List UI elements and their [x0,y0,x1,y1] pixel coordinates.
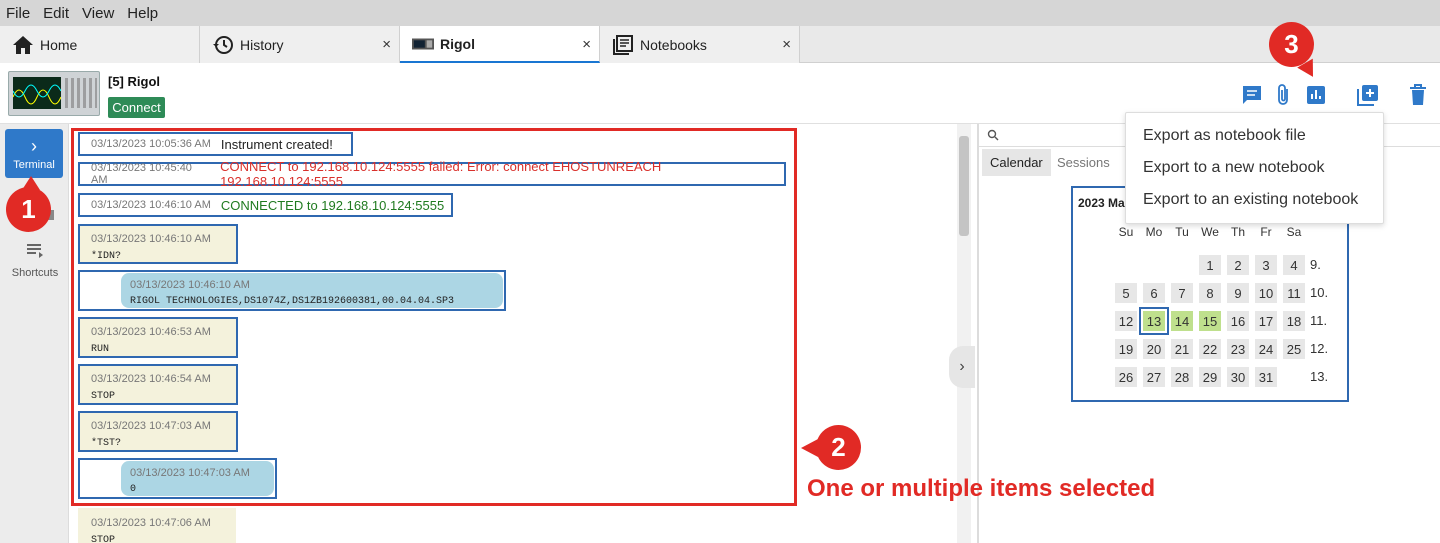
tab-calendar[interactable]: Calendar [982,149,1051,176]
tab-notebooks-label: Notebooks [640,36,707,53]
calendar-day[interactable]: 2 [1227,255,1249,275]
calendar-day[interactable]: 5 [1115,283,1137,303]
calendar-day[interactable]: 13 [1139,307,1169,335]
calendar-day[interactable]: 18 [1283,311,1305,331]
calendar-week-number: 10. [1310,285,1329,300]
export-existing-notebook-option[interactable]: Export to an existing notebook [1143,191,1358,209]
scrollbar-thumb[interactable] [959,136,969,236]
calendar-day[interactable]: 23 [1227,339,1249,359]
calendar-day[interactable]: 31 [1255,367,1277,387]
add-note-icon[interactable] [1356,83,1380,107]
chevron-right-icon: › [31,135,37,156]
tab-history[interactable]: History × [200,26,400,63]
history-icon [212,34,234,56]
attachment-icon[interactable] [1272,83,1296,107]
calendar-week-number: 12. [1310,341,1329,356]
menu-file[interactable]: File [6,5,30,22]
calendar-day[interactable]: 10 [1255,283,1277,303]
menubar: File Edit View Help [0,0,1440,26]
annotation-pointer [22,176,40,190]
chevron-right-icon: › [959,358,965,375]
calendar-week-number: 11. [1310,313,1328,328]
calendar-day[interactable]: 30 [1227,367,1249,387]
calendar-weekday-label: Fr [1260,225,1272,239]
calendar-day[interactable]: 24 [1255,339,1277,359]
tab-notebooks-close-icon[interactable]: × [782,36,791,53]
oscilloscope-icon [412,33,434,55]
tab-rigol-label: Rigol [440,35,475,52]
calendar-day[interactable]: 12 [1115,311,1137,331]
collapse-panel-button[interactable]: › [949,346,975,388]
terminal-label: Terminal [13,158,55,171]
annotation-pointer [801,439,818,457]
selection-highlight [71,128,797,506]
calendar-day[interactable]: 11 [1283,283,1305,303]
calendar-day[interactable]: 20 [1143,339,1165,359]
calendar-day[interactable]: 15 [1199,311,1221,331]
calendar-day[interactable]: 3 [1255,255,1277,275]
calendar-day[interactable]: 16 [1227,311,1249,331]
tab-rigol-close-icon[interactable]: × [582,36,591,53]
calendar-day[interactable]: 6 [1143,283,1165,303]
menu-help[interactable]: Help [127,5,158,22]
annotation-caption: One or multiple items selected [807,475,1156,502]
calendar-day[interactable]: 8 [1199,283,1221,303]
calendar-day[interactable]: 22 [1199,339,1221,359]
calendar-day[interactable]: 21 [1171,339,1193,359]
calendar-day[interactable]: 19 [1115,339,1137,359]
message-timestamp: 03/13/2023 10:47:06 AM [91,517,211,529]
chart-export-icon[interactable] [1304,83,1328,107]
tab-home[interactable]: Home [0,26,200,63]
calendar-weekday-label: Th [1230,225,1245,239]
menu-edit[interactable]: Edit [43,5,69,22]
tab-notebooks[interactable]: Notebooks × [600,26,800,63]
calendar-week-number: 9. [1310,257,1321,272]
tab-sessions[interactable]: Sessions [1049,149,1118,176]
calendar-day[interactable]: 9 [1227,283,1249,303]
message-text: STOP [91,535,116,543]
calendar-day[interactable]: 29 [1199,367,1221,387]
export-menu: Export as notebook file Export to a new … [1125,112,1384,224]
calendar-day[interactable]: 17 [1255,311,1277,331]
calendar-weekday-label: Su [1118,225,1134,239]
list-icon [25,242,45,261]
calendar-weekday-label: Tu [1175,225,1189,239]
instrument-thumbnail [8,71,100,116]
calendar-day[interactable]: 14 [1171,311,1193,331]
comment-icon[interactable] [1240,83,1264,107]
annotation-badge-2: 2 [816,425,861,470]
terminal-button[interactable]: › Terminal [5,129,63,178]
calendar-title: 2023 Ma [1078,196,1125,210]
export-new-notebook-option[interactable]: Export to a new notebook [1143,159,1324,177]
calendar-week-number: 13. [1310,369,1329,384]
message-item[interactable]: 03/13/2023 10:47:06 AM STOP [78,508,236,543]
annotation-badge-1: 1 [6,187,51,232]
shortcuts-button[interactable]: Shortcuts [4,242,66,284]
notebook-icon [612,34,634,56]
tab-rigol[interactable]: Rigol × [400,26,600,63]
connect-button[interactable]: Connect [108,97,165,118]
shortcuts-label: Shortcuts [11,267,59,279]
calendar-weekday-label: We [1201,225,1219,239]
calendar-day[interactable]: 4 [1283,255,1305,275]
calendar-day[interactable]: 26 [1115,367,1137,387]
menu-view[interactable]: View [82,5,114,22]
calendar-day[interactable]: 25 [1283,339,1305,359]
tab-history-close-icon[interactable]: × [382,36,391,53]
calendar-day[interactable]: 1 [1199,255,1221,275]
tab-home-label: Home [40,36,78,53]
search-icon [987,128,999,146]
calendar-weekday-label: Mo [1145,225,1163,239]
home-icon [12,34,34,56]
tab-history-label: History [240,36,284,53]
calendar-day[interactable]: 28 [1171,367,1193,387]
delete-icon[interactable] [1406,83,1430,107]
calendar-day[interactable]: 27 [1143,367,1165,387]
tab-bar: Home History × Rigol × Notebooks × [0,26,1440,63]
instrument-title: [5] Rigol [108,74,160,89]
calendar-day[interactable]: 7 [1171,283,1193,303]
export-notebook-file-option[interactable]: Export as notebook file [1143,127,1306,145]
calendar-weekday-label: Sa [1286,225,1302,239]
